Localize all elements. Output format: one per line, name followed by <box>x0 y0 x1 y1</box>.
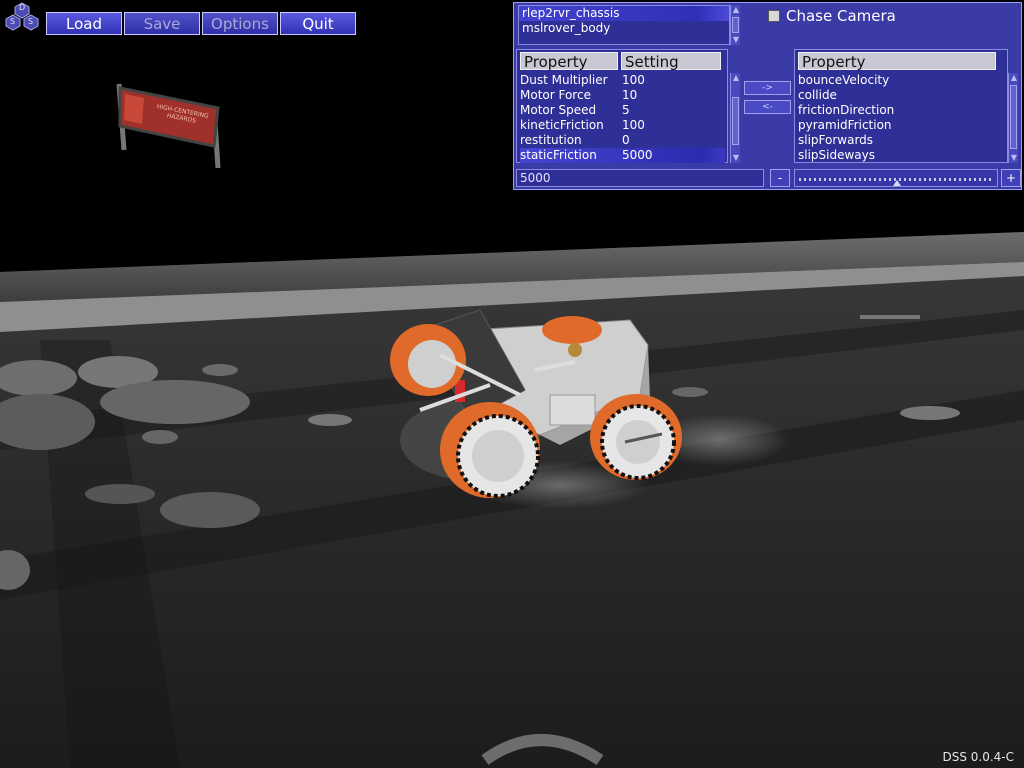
logo-letter-d: D <box>19 3 26 12</box>
property-name: Motor Speed <box>520 103 597 117</box>
value-input[interactable]: 5000 <box>516 169 764 187</box>
table-row[interactable]: Motor Speed 5 <box>520 103 725 118</box>
list-item[interactable]: slipForwards <box>798 133 873 148</box>
property-name: Motor Force <box>520 88 591 102</box>
slider-ticks <box>799 178 993 181</box>
add-property-button[interactable]: -> <box>744 81 791 95</box>
property-name: staticFriction <box>520 148 597 162</box>
table-row[interactable]: Motor Force 10 <box>520 88 725 103</box>
decrement-button[interactable]: - <box>770 169 790 187</box>
scroll-down-icon[interactable]: ▼ <box>731 153 741 163</box>
scroll-thumb[interactable] <box>1010 85 1017 149</box>
main-toolbar: Load Save Options Quit <box>46 12 356 35</box>
version-label: DSS 0.0.4-C <box>942 750 1014 764</box>
remove-property-button[interactable]: <- <box>744 100 791 114</box>
list-item[interactable]: pyramidFriction <box>798 118 892 133</box>
scroll-thumb[interactable] <box>732 97 739 145</box>
object-list-item[interactable]: mslrover_body <box>519 21 729 36</box>
available-properties-table: Property bounceVelocity collide friction… <box>794 49 1008 163</box>
logo-letter-s2: S <box>28 17 34 26</box>
table-row[interactable]: Dust Multiplier 100 <box>520 73 725 88</box>
table-row[interactable]: restitution 0 <box>520 133 725 148</box>
table-row-selected[interactable]: staticFriction 5000 <box>520 148 725 163</box>
property-value: 5 <box>622 103 630 117</box>
options-button[interactable]: Options <box>202 12 278 35</box>
quit-button[interactable]: Quit <box>280 12 356 35</box>
property-name: restitution <box>520 133 582 147</box>
scroll-down-icon[interactable]: ▼ <box>1009 153 1019 163</box>
object-list-scrollbar[interactable]: ▲ ▼ <box>730 5 740 45</box>
property-column-header[interactable]: Property <box>520 52 618 71</box>
dss-logo: D S S <box>2 2 42 32</box>
object-list-item[interactable]: rlep2rvr_chassis <box>519 6 729 21</box>
property-name: kineticFriction <box>520 118 604 132</box>
scroll-down-icon[interactable]: ▼ <box>731 35 741 45</box>
scroll-up-icon[interactable]: ▲ <box>731 73 741 83</box>
property-value: 100 <box>622 118 645 132</box>
chase-camera-toggle[interactable]: Chase Camera <box>768 7 896 25</box>
scroll-up-icon[interactable]: ▲ <box>1009 73 1019 83</box>
list-item[interactable]: slipSideways <box>798 148 875 163</box>
setting-column-header[interactable]: Setting <box>621 52 721 71</box>
property-value: 0 <box>622 133 630 147</box>
chase-camera-label: Chase Camera <box>786 7 896 25</box>
list-item[interactable]: frictionDirection <box>798 103 894 118</box>
value-slider[interactable] <box>794 169 998 187</box>
assigned-properties-table: Property Setting Dust Multiplier 100 Mot… <box>516 49 728 163</box>
list-item[interactable]: bounceVelocity <box>798 73 889 88</box>
save-button[interactable]: Save <box>124 12 200 35</box>
chase-camera-checkbox[interactable] <box>768 10 780 22</box>
list-item[interactable]: collide <box>798 88 837 103</box>
property-value: 5000 <box>622 148 653 162</box>
scroll-up-icon[interactable]: ▲ <box>731 5 741 15</box>
object-list: rlep2rvr_chassis mslrover_body <box>518 5 730 45</box>
property-value: 10 <box>622 88 638 102</box>
logo-letter-s1: S <box>10 17 16 26</box>
load-button[interactable]: Load <box>46 12 122 35</box>
property-column-header[interactable]: Property <box>798 52 996 71</box>
available-properties-scrollbar[interactable]: ▲ ▼ <box>1008 73 1018 163</box>
property-panel: rlep2rvr_chassis mslrover_body ▲ ▼ Chase… <box>513 2 1022 190</box>
scroll-thumb[interactable] <box>732 17 739 33</box>
increment-button[interactable]: + <box>1001 169 1021 187</box>
table-row[interactable]: kineticFriction 100 <box>520 118 725 133</box>
assigned-properties-scrollbar[interactable]: ▲ ▼ <box>730 73 740 163</box>
property-value: 100 <box>622 73 645 87</box>
property-name: Dust Multiplier <box>520 73 608 87</box>
